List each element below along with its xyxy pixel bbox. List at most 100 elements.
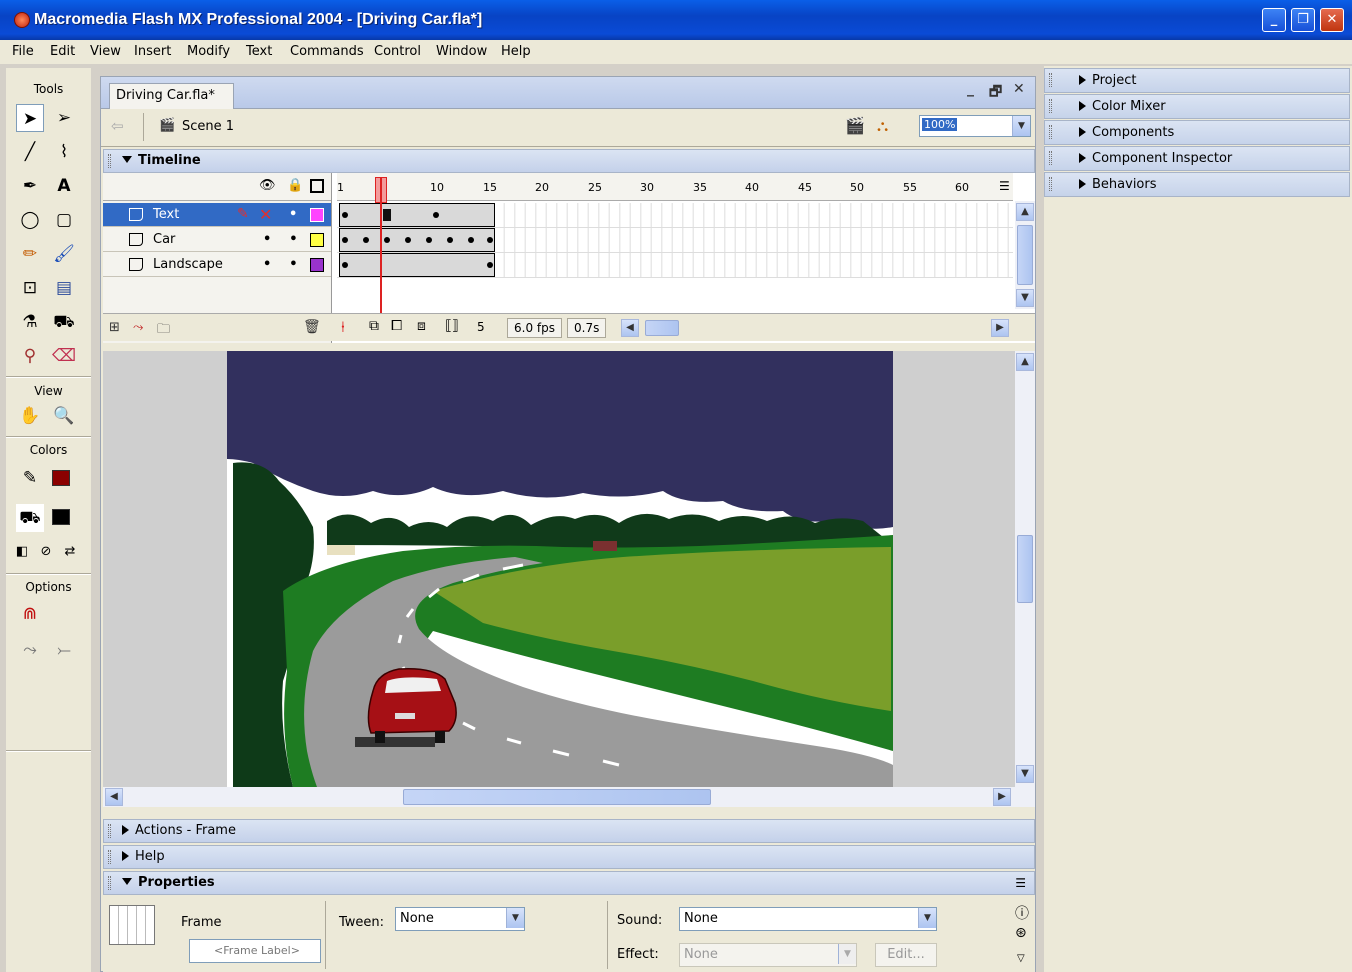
frame-rate[interactable]: 6.0 fps [507,318,562,338]
scroll-right-icon[interactable]: ▶ [991,319,1009,337]
menu-modify[interactable]: Modify [187,44,230,59]
doc-close-icon[interactable]: ✕ [1013,81,1025,97]
panel-grip-icon[interactable] [1049,151,1052,165]
keyframe[interactable] [468,237,474,243]
close-button[interactable]: ✕ [1320,8,1344,32]
frame-label-input[interactable]: <Frame Label> [189,939,321,963]
eye-icon[interactable]: 👁 [259,178,276,193]
menu-file[interactable]: File [12,44,34,59]
arrow-tool-icon[interactable]: ➤ [16,104,44,132]
project-panel-header[interactable]: Project [1044,68,1350,93]
stroke-color-swatch[interactable] [52,470,70,486]
center-frame-icon[interactable]: ⍿ [341,318,345,336]
minimize-button[interactable]: _ [1262,8,1286,32]
menu-control[interactable]: Control [374,44,421,59]
components-panel-header[interactable]: Components [1044,120,1350,145]
menu-edit[interactable]: Edit [50,44,75,59]
line-tool-icon[interactable]: ╱ [16,138,44,166]
timeline-header[interactable]: Timeline [103,149,1035,173]
panel-grip-icon[interactable] [1049,99,1052,113]
keyframe[interactable] [342,212,348,218]
menu-commands[interactable]: Commands [290,44,364,59]
frame-view-menu-icon[interactable]: ☰ [999,179,1010,193]
panel-grip-icon[interactable] [108,850,111,864]
scroll-left-icon[interactable]: ◀ [621,319,639,337]
eraser-tool-icon[interactable]: ⌫ [50,342,78,370]
panel-grip-icon[interactable] [1049,125,1052,139]
timeline-hscroll-thumb[interactable] [645,320,679,336]
insert-folder-icon[interactable]: 🗀 [157,320,170,342]
keyframe[interactable] [342,262,348,268]
doc-minimize-icon[interactable]: _ [967,81,974,97]
accessibility-icon[interactable]: ⊛ [1015,925,1027,941]
keyframe[interactable] [487,262,493,268]
zoom-tool-icon[interactable]: 🔍 [50,402,78,430]
frame-row-car[interactable] [337,228,1013,253]
frame-span[interactable] [339,203,495,227]
layer-outline-color[interactable] [310,208,324,222]
behaviors-panel-header[interactable]: Behaviors [1044,172,1350,197]
stage-area[interactable] [103,351,1015,787]
flash-app-icon[interactable] [14,12,30,28]
frame-row-landscape[interactable] [337,253,1013,278]
stage-hscroll[interactable]: ◀ ▶ [103,787,1035,807]
layer-row-landscape[interactable]: Landscape •• [103,253,331,277]
text-tool-icon[interactable]: A [50,172,78,200]
scroll-down-icon[interactable]: ▼ [1016,765,1034,783]
panel-grip-icon[interactable] [1049,177,1052,191]
paint-bucket-tool-icon[interactable]: ⛟ [50,308,78,336]
visibility-lock-dots[interactable]: •• [263,228,316,251]
snap-magnet-icon[interactable]: ⋒ [16,600,44,628]
restore-button[interactable]: ❐ [1291,8,1315,32]
sound-select[interactable]: None ▼ [679,907,937,931]
keyframe[interactable] [487,237,493,243]
chevron-down-icon[interactable]: ▼ [506,908,524,928]
keyframe[interactable] [426,237,432,243]
back-arrow-icon[interactable]: ⇦ [111,117,124,135]
keyframe[interactable] [433,212,439,218]
hide-x-icon[interactable]: ✕ [259,203,272,226]
layer-outline-color[interactable] [310,233,324,247]
pen-tool-icon[interactable]: ✒ [16,172,44,200]
insert-layer-icon[interactable]: ⊞ [109,320,120,335]
keyframe[interactable] [383,209,391,221]
swap-colors-icon[interactable]: ⇄ [56,538,84,566]
scroll-thumb[interactable] [1017,225,1033,285]
doc-restore-icon[interactable]: 🗗 [989,81,1002,105]
menu-window[interactable]: Window [436,44,487,59]
add-guide-layer-icon[interactable]: ⤳ [133,320,143,335]
rectangle-tool-icon[interactable]: ▢ [50,206,78,234]
visibility-lock-dots[interactable]: •• [263,253,316,276]
menu-view[interactable]: View [90,44,121,59]
fill-color-swatch[interactable] [52,509,70,525]
scroll-up-icon[interactable]: ▲ [1016,203,1034,221]
playhead-line[interactable] [380,177,382,313]
modify-markers-icon[interactable]: ⟦⟧ [445,318,459,334]
panel-grip-icon[interactable] [108,824,111,838]
scroll-thumb[interactable] [403,789,711,805]
pencil-tool-icon[interactable]: ✏ [16,240,44,268]
scroll-thumb[interactable] [1017,535,1033,603]
edit-symbols-icon[interactable]: ⛬ [877,116,888,136]
ink-bottle-tool-icon[interactable]: ⚗ [16,308,44,336]
scroll-left-icon[interactable]: ◀ [105,788,123,806]
menu-insert[interactable]: Insert [134,44,171,59]
chevron-down-icon[interactable]: ▼ [918,908,936,928]
layer-row-text[interactable]: Text ✎ ✕ • [103,203,331,227]
options-menu-icon[interactable]: ☰ [1015,872,1026,894]
properties-panel-header[interactable]: Properties ☰ [103,871,1035,895]
oval-tool-icon[interactable]: ◯ [16,206,44,234]
panel-grip-icon[interactable] [108,154,111,168]
hand-tool-icon[interactable]: ✋ [16,402,44,430]
subselection-tool-icon[interactable]: ➢ [50,104,78,132]
frame-span[interactable] [339,253,495,277]
straighten-icon[interactable]: ⤚ [50,636,78,664]
lock-icon[interactable]: 🔒 [287,178,303,193]
lock-dot-icon[interactable]: • [289,203,297,226]
panel-grip-icon[interactable] [1049,73,1052,87]
free-transform-tool-icon[interactable]: ⊡ [16,274,44,302]
color-mixer-panel-header[interactable]: Color Mixer [1044,94,1350,119]
scroll-up-icon[interactable]: ▲ [1016,353,1034,371]
outline-icon[interactable] [310,179,324,193]
keyframe[interactable] [342,237,348,243]
